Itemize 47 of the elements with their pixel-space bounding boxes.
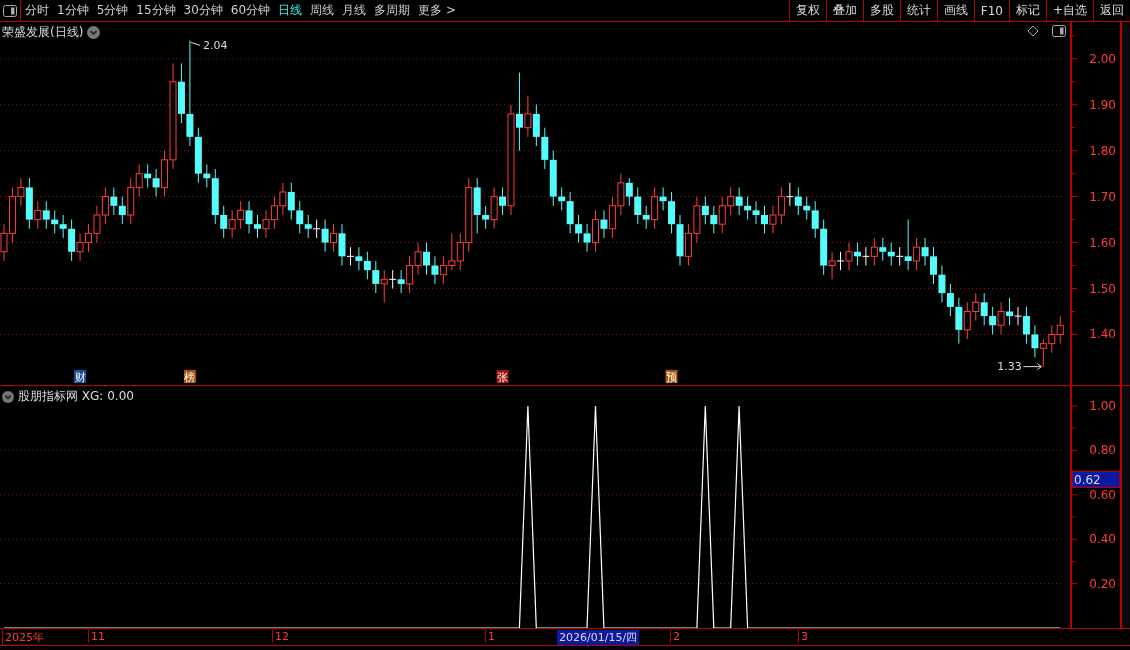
indicator-title: 股朋指标网 XG: 0.00 [18,388,134,405]
event-marker[interactable]: 预 [665,370,678,384]
low-price-label: 1.33 [997,359,1022,373]
candle [861,246,870,267]
price-axis-label: 1.70 [1089,189,1116,204]
dropdown-icon[interactable] [87,26,101,39]
high-price-label: 2.04 [202,39,228,53]
period-tab[interactable]: 分时 [21,2,53,19]
event-marker[interactable]: 张 [496,370,509,384]
date-axis-label: 11 [88,630,105,643]
price-axis-label: 2.00 [1089,51,1116,66]
date-axis-label: 1 [485,630,495,643]
indicator-axis-label: 0.80 [1089,443,1116,458]
period-tab[interactable]: 日线 [274,2,307,19]
price-axis-label: 1.60 [1089,235,1116,250]
chart-title: 荣盛发展(日线) [2,24,84,41]
arrow-icon [1022,363,1042,371]
period-tab[interactable]: 15分钟 [132,2,180,19]
price-axis-label: 1.50 [1089,281,1116,296]
indicator-axis-label: 0.60 [1089,487,1116,502]
date-axis-label: 12 [272,630,289,643]
leader-line [190,41,201,46]
event-marker[interactable]: 榜 [183,370,196,384]
panel-toggle-icon[interactable] [3,4,17,17]
cursor-value-label: 0.62 [1071,470,1120,488]
period-tab[interactable]: 30分钟 [179,2,227,19]
date-axis-label: 2025年 [2,630,44,645]
period-tab[interactable]: 周线 [306,2,339,19]
period-tab[interactable]: 月线 [338,2,371,19]
diamond-icon[interactable] [1028,25,1039,37]
cursor-date-label: 2026/01/15/四 [557,630,640,645]
indicator-axis-label: 1.00 [1089,399,1116,413]
price-axis-label: 1.90 [1089,97,1116,112]
date-axis-label: 2 [670,630,680,643]
period-tab[interactable]: 60分钟 [226,2,275,19]
price-axis-label: 1.80 [1089,143,1116,158]
indicator-axis-label: 0.40 [1089,532,1116,547]
price-axis-label: 1.40 [1089,327,1116,342]
period-tab[interactable]: 多周期 [370,2,415,19]
period-tab[interactable]: 更多 > [414,2,460,19]
event-marker[interactable]: 财 [74,370,87,384]
date-axis-label: 3 [798,630,808,643]
dropdown-icon[interactable] [2,390,14,403]
indicator-axis-label: 0.20 [1089,576,1116,591]
panel-toggle-icon[interactable] [1052,25,1066,37]
period-tab[interactable]: 1分钟 [53,2,93,19]
period-tab[interactable]: 5分钟 [92,2,133,19]
